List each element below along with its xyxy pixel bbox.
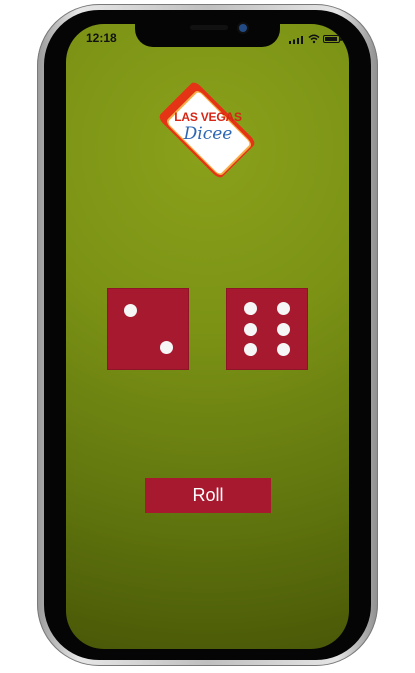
left-die — [107, 288, 189, 370]
wifi-icon — [308, 34, 320, 44]
die-pip — [277, 302, 290, 315]
phone-notch — [135, 18, 280, 47]
die-pip — [124, 304, 137, 317]
app-logo: LAS VEGAS Dicee — [139, 80, 276, 180]
die-pip — [244, 323, 257, 336]
die-pip — [244, 343, 257, 356]
die-pip — [277, 343, 290, 356]
logo-title-bottom: Dicee — [183, 124, 233, 144]
home-area — [66, 610, 349, 628]
logo-title-top: LAS VEGAS — [174, 110, 242, 124]
die-pip — [160, 341, 173, 354]
speaker-grille — [190, 25, 228, 30]
die-pip — [277, 323, 290, 336]
signal-icon — [289, 36, 303, 44]
right-die — [226, 288, 308, 370]
status-time: 12:18 — [86, 31, 117, 45]
battery-icon — [323, 35, 342, 43]
front-camera — [239, 24, 247, 32]
die-pip — [244, 302, 257, 315]
roll-button[interactable]: Roll — [145, 478, 271, 513]
